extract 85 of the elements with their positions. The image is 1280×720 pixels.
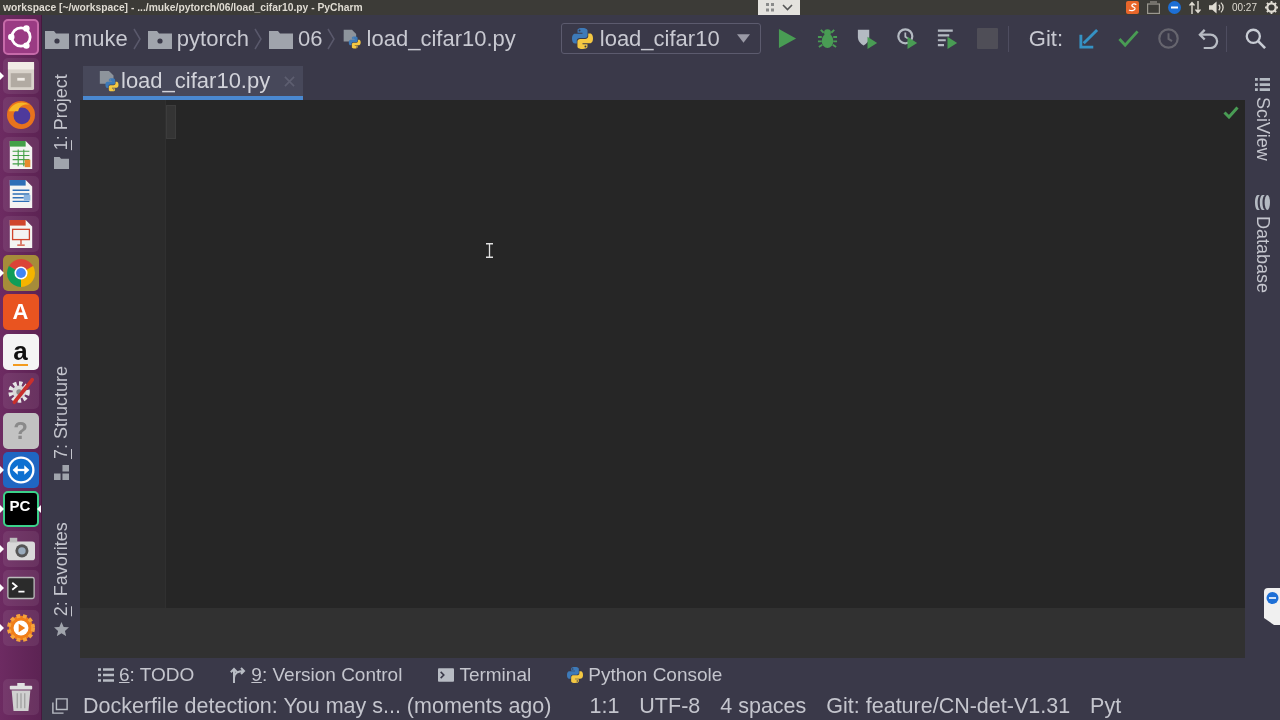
undo-icon — [1197, 28, 1219, 49]
tool-window-button[interactable]: Database — [1252, 194, 1273, 293]
branch-arrows-icon — [230, 667, 247, 683]
python-file-icon — [342, 28, 362, 49]
python-logo-icon — [567, 667, 584, 683]
launcher-button[interactable] — [2, 58, 39, 95]
launcher-button[interactable] — [2, 136, 39, 173]
launcher-button[interactable] — [2, 452, 39, 488]
gear-icon[interactable] — [1265, 1, 1278, 14]
list-icon — [98, 667, 114, 683]
folder-icon — [53, 156, 69, 170]
clock-icon — [1157, 28, 1179, 49]
launcher-button[interactable] — [2, 679, 39, 716]
double-arrow-icon — [6, 456, 35, 484]
chevron-icon — [327, 27, 336, 50]
shield-play-icon — [857, 28, 879, 49]
database-icon — [1255, 194, 1270, 210]
status-message[interactable]: Dockerfile detection: You may s... (moments ago) — [83, 693, 552, 719]
file-cabinet-icon — [6, 62, 35, 91]
arrow-down-left-icon — [1077, 28, 1099, 49]
display-icon[interactable] — [1146, 1, 1160, 14]
terminal-icon — [438, 667, 455, 683]
folder-icon — [147, 28, 172, 49]
window-title: workspace [~/workspace] - .../muke/pytorch/06/load_cifar10.py - PyCharm — [2, 2, 364, 13]
speaker-icon[interactable] — [1208, 1, 1224, 14]
launcher-button[interactable] — [2, 18, 39, 55]
tool-window-button[interactable]: SciView — [1252, 78, 1273, 161]
tool-window-button[interactable]: 6: TODO — [98, 664, 195, 686]
i-beam-cursor-icon — [486, 243, 493, 258]
transfer-arrows-icon[interactable] — [1188, 1, 1201, 14]
launcher-button[interactable] — [2, 570, 39, 607]
python-logo-icon — [571, 28, 593, 49]
clock-play-icon — [897, 28, 919, 49]
launcher-button[interactable]: PC — [2, 491, 39, 528]
segmented-circle-icon — [6, 259, 35, 288]
launcher-button[interactable] — [2, 255, 39, 292]
breadcrumb-item[interactable]: load_cifar10.py — [342, 25, 516, 52]
git-label: Git: — [1028, 25, 1063, 52]
check-icon — [1117, 28, 1139, 49]
star-icon — [53, 621, 69, 636]
run-config-dropdown[interactable]: load_cifar10 — [560, 23, 761, 54]
overlapping-squares-icon[interactable] — [52, 698, 68, 714]
minus-circle-icon[interactable] — [1167, 1, 1181, 14]
play-icon — [777, 28, 799, 49]
tool-window-button[interactable]: 9: Version Control — [230, 664, 403, 686]
launcher-button[interactable]: A — [2, 294, 39, 331]
search-icon — [1244, 28, 1266, 49]
tool-window-button[interactable]: 7: Structure — [50, 365, 72, 480]
app-badge-icon[interactable] — [1125, 1, 1139, 14]
tool-window-button[interactable]: 1: Project — [50, 74, 72, 170]
bug-icon — [817, 28, 839, 49]
blocks-icon — [53, 464, 69, 480]
python-file-icon — [98, 70, 119, 92]
breadcrumb-item[interactable]: 06 — [268, 25, 323, 52]
tool-window-button[interactable]: 2: Favorites — [50, 521, 72, 636]
gear-wrench-icon — [6, 377, 35, 406]
sun-play-icon — [6, 613, 35, 642]
launcher-button[interactable] — [2, 215, 39, 252]
status-widget[interactable]: 4 spaces — [720, 693, 807, 719]
launcher-button[interactable] — [2, 609, 39, 646]
tool-window-button[interactable]: Terminal — [438, 664, 532, 686]
folder-icon — [268, 28, 293, 49]
fox-globe-icon — [6, 101, 35, 130]
editor-tab[interactable]: load_cifar10.py — [83, 66, 304, 100]
grid-icon — [1255, 78, 1270, 92]
launcher-button[interactable] — [2, 373, 39, 410]
tool-window-button[interactable]: Python Console — [567, 664, 723, 686]
launcher-button[interactable] — [2, 530, 39, 567]
folder-icon — [45, 28, 69, 49]
breadcrumb-item[interactable]: pytorch — [147, 25, 249, 52]
status-widget[interactable]: UTF-8 — [639, 693, 701, 719]
lines-play-icon — [937, 28, 959, 49]
chevron-icon — [253, 27, 262, 50]
launcher-button[interactable] — [2, 176, 39, 213]
status-widget[interactable]: Git: feature/CN-det-V1.31 — [826, 693, 1071, 719]
launcher-button[interactable]: a — [2, 333, 39, 370]
chevron-icon — [132, 27, 141, 50]
keyboard-layout-icon[interactable] — [758, 0, 800, 15]
circle-tab-icon[interactable] — [1264, 588, 1280, 625]
launcher-button[interactable] — [2, 97, 39, 134]
caret-icon — [736, 34, 750, 43]
status-widget[interactable]: 1:1 — [589, 693, 620, 719]
breadcrumb-item[interactable]: muke — [45, 25, 128, 52]
status-widget[interactable]: Pyt — [1090, 693, 1122, 719]
clock-text[interactable]: 00:27 — [1231, 2, 1257, 13]
